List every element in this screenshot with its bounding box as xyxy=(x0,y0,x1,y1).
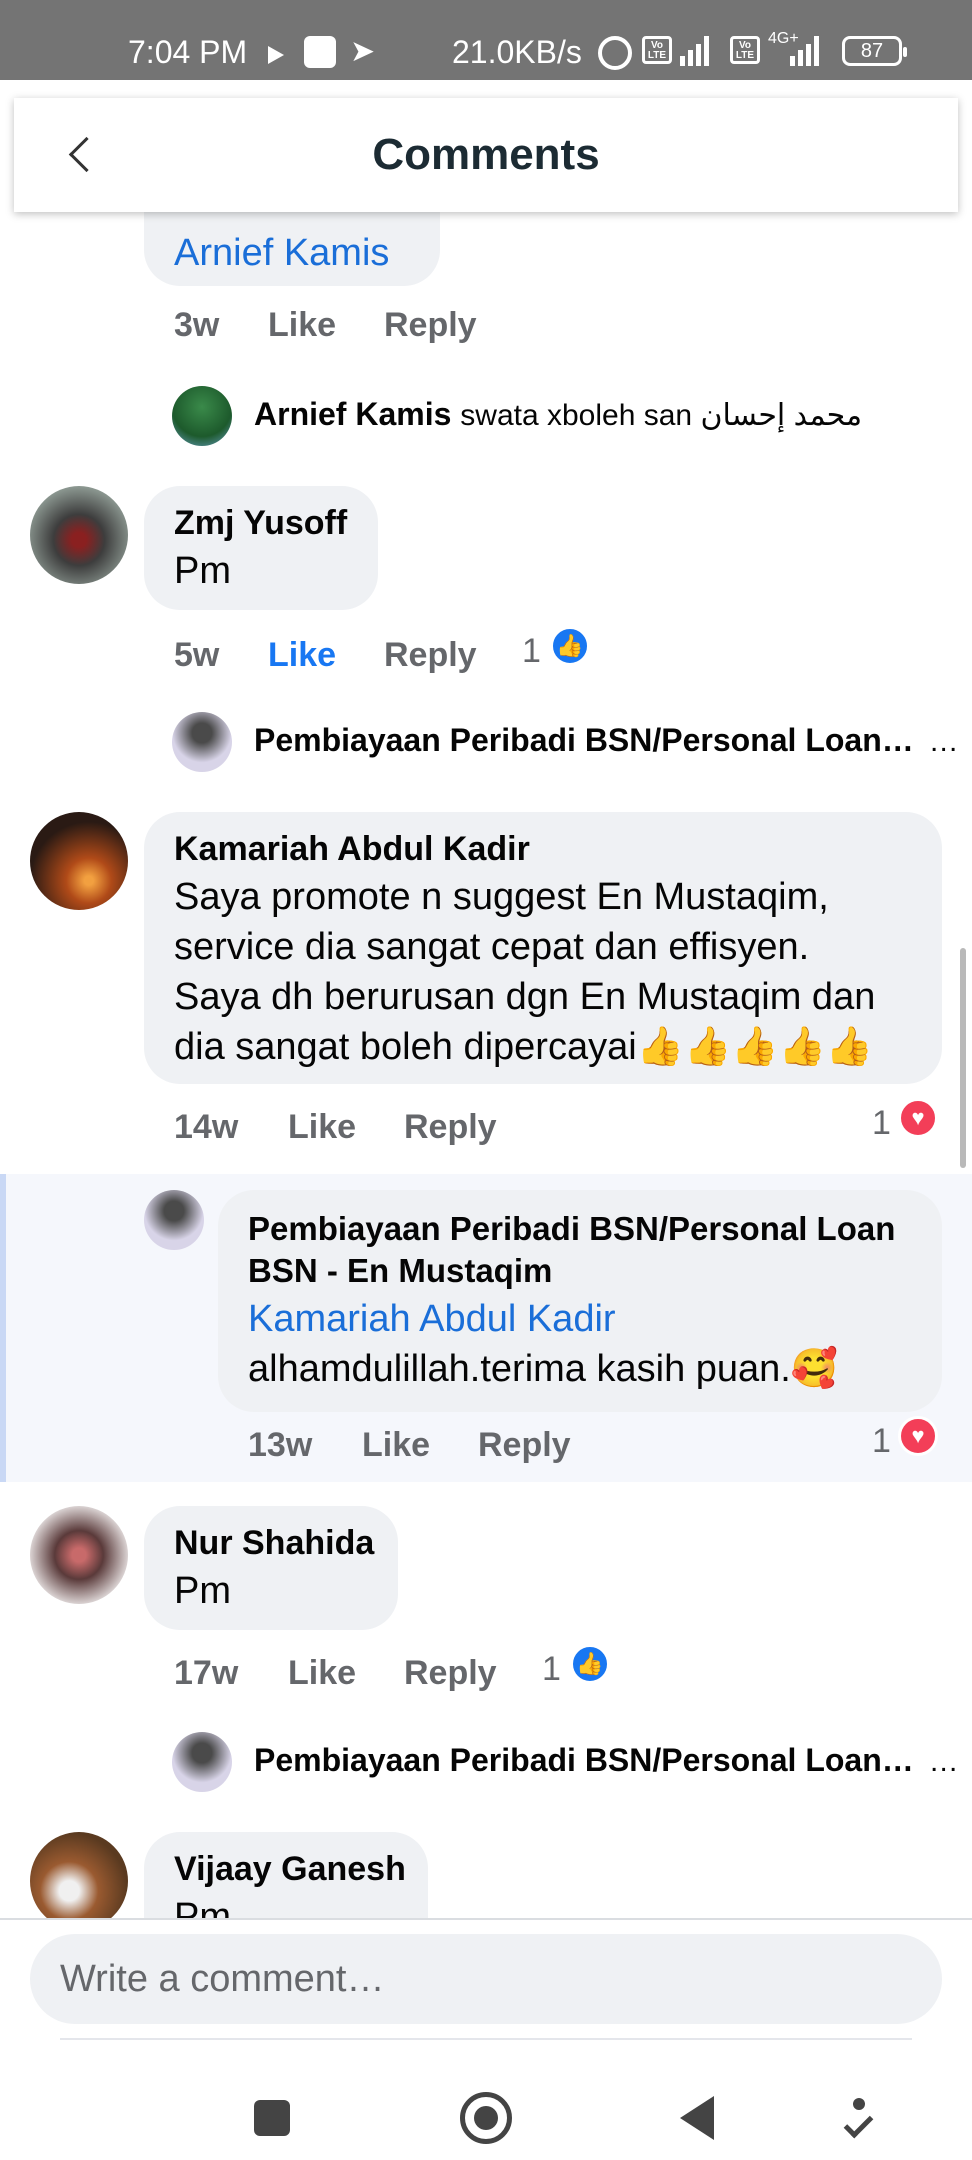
network-speed: 21.0KB/s xyxy=(452,34,582,70)
avatar[interactable] xyxy=(144,1190,204,1250)
comment-composer xyxy=(0,1918,972,2038)
avatar[interactable] xyxy=(172,1732,232,1792)
comment-bubble[interactable]: Vijaay Ganesh Pm xyxy=(144,1832,428,1918)
reply-bubble[interactable]: Pembiayaan Peribadi BSN/Personal Loan BS… xyxy=(218,1190,942,1412)
reply-author: Arnief Kamis xyxy=(254,396,452,432)
reply-author: Pembiayaan Peribadi BSN/Personal Loan… xyxy=(254,1742,914,1778)
reaction-count[interactable]: 1 xyxy=(542,1650,561,1689)
reaction-count[interactable]: 1 xyxy=(522,632,541,671)
comment-feed[interactable]: Arnief Kamis 3w Like Reply Arnief Kamis … xyxy=(0,212,972,1918)
comment-input[interactable] xyxy=(30,1934,942,2024)
heart-icon: ♥ xyxy=(898,1098,938,1138)
reply-preview[interactable]: Arnief Kamis swata xboleh san محمد إحسان xyxy=(254,396,862,433)
reply-button[interactable]: Reply xyxy=(404,1654,497,1693)
comment-age: 3w xyxy=(174,306,220,344)
comment-text-line: dia sangat boleh dipercayai👍👍👍👍👍 xyxy=(174,1026,874,1068)
mention-link[interactable]: Arnief Kamis xyxy=(174,228,389,278)
avatar[interactable] xyxy=(172,386,232,446)
reaction-count[interactable]: 1 xyxy=(872,1422,891,1461)
comment-text-line: Saya promote n suggest En Mustaqim, xyxy=(174,876,829,918)
comments-header: Comments xyxy=(14,98,958,212)
reply-author[interactable]: Pembiayaan Peribadi BSN/Personal Loan BS… xyxy=(248,1208,895,1292)
reaction-count[interactable]: 1 xyxy=(872,1104,891,1143)
avatar[interactable] xyxy=(30,812,128,910)
thumbs-up-icon: 👍 xyxy=(570,1644,610,1684)
like-button[interactable]: Like xyxy=(362,1426,430,1465)
reply-button[interactable]: Reply xyxy=(384,306,477,345)
comment-author[interactable]: Vijaay Ganesh xyxy=(174,1850,406,1889)
comment-bubble[interactable]: Zmj Yusoff Pm xyxy=(144,486,378,610)
comment-text-line: service dia sangat cepat dan effisyen. xyxy=(174,926,810,968)
recents-button[interactable] xyxy=(254,2100,290,2136)
heart-icon: ♥ xyxy=(898,1416,938,1456)
avatar[interactable] xyxy=(30,486,128,584)
like-button[interactable]: Like xyxy=(268,306,336,345)
reply-author-line: BSN - En Mustaqim xyxy=(248,1252,553,1289)
reply-button[interactable]: Reply xyxy=(384,636,477,675)
avatar[interactable] xyxy=(30,1832,128,1918)
avatar[interactable] xyxy=(172,712,232,772)
mention-link[interactable]: Kamariah Abdul Kadir xyxy=(248,1294,616,1344)
like-button[interactable]: Like xyxy=(288,1654,356,1693)
volte-icon: Vo LTE xyxy=(642,36,672,64)
app-notification-icon xyxy=(304,36,336,68)
comment-bubble[interactable]: Nur Shahida Pm xyxy=(144,1506,398,1630)
signal-icon-2 xyxy=(790,36,819,66)
reply-preview[interactable]: Pembiayaan Peribadi BSN/Personal Loan… … xyxy=(254,1742,959,1779)
more-replies: … xyxy=(928,1745,959,1778)
battery-icon: 87 xyxy=(842,36,907,66)
comment-age: 17w xyxy=(174,1654,239,1692)
comment-author[interactable]: Zmj Yusoff xyxy=(174,504,347,543)
signal-icon xyxy=(680,36,709,66)
more-replies: … xyxy=(928,725,959,758)
comment-text: Pm xyxy=(174,1896,231,1918)
back-nav-button[interactable] xyxy=(680,2096,714,2140)
comment-author[interactable]: Kamariah Abdul Kadir xyxy=(174,830,530,869)
thumbs-up-icon: 👍 xyxy=(550,626,590,666)
volte-icon-2: Vo LTE xyxy=(730,36,760,64)
divider xyxy=(60,2038,912,2040)
scrollbar[interactable] xyxy=(960,948,966,1168)
comment-age: 5w xyxy=(174,636,220,674)
comment-text-line: Saya dh berurusan dgn En Mustaqim dan xyxy=(174,976,876,1018)
reply-preview[interactable]: Pembiayaan Peribadi BSN/Personal Loan… … xyxy=(254,722,959,759)
reply-age: 13w xyxy=(248,1426,313,1464)
reply-button[interactable]: Reply xyxy=(478,1426,571,1465)
alarm-icon xyxy=(598,36,632,70)
reply-author: Pembiayaan Peribadi BSN/Personal Loan… xyxy=(254,722,914,758)
like-button[interactable]: Like xyxy=(288,1108,356,1147)
reply-button[interactable]: Reply xyxy=(404,1108,497,1147)
like-button[interactable]: Like xyxy=(268,636,336,675)
comment-text: Pm xyxy=(174,550,231,592)
page-title: Comments xyxy=(372,130,600,179)
play-icon xyxy=(268,46,284,64)
reply-text: alhamdulillah.terima kasih puan.🥰 xyxy=(248,1348,839,1390)
reply-author-line: Pembiayaan Peribadi BSN/Personal Loan xyxy=(248,1210,896,1247)
system-nav-bar xyxy=(0,2038,972,2160)
status-bar: 7:04 PM ➤ 21.0KB/s Vo LTE Vo LTE 4G+ 87 xyxy=(0,0,972,80)
reply-preview-text: swata xboleh san محمد إحسان xyxy=(460,399,863,432)
telegram-icon: ➤ xyxy=(350,35,376,68)
comment-text: Saya promote n suggest En Mustaqim, serv… xyxy=(174,872,875,1072)
comment-bubble[interactable]: Kamariah Abdul Kadir Saya promote n sugg… xyxy=(144,812,942,1084)
status-time: 7:04 PM xyxy=(128,34,248,70)
comment-age: 14w xyxy=(174,1108,239,1146)
comment-text: Pm xyxy=(174,1570,231,1612)
avatar[interactable] xyxy=(30,1506,128,1604)
collapse-nav-button[interactable] xyxy=(842,2098,876,2138)
comment-author[interactable]: Nur Shahida xyxy=(174,1524,374,1563)
home-button[interactable] xyxy=(460,2092,512,2144)
comment-bubble[interactable]: Arnief Kamis xyxy=(144,212,440,286)
